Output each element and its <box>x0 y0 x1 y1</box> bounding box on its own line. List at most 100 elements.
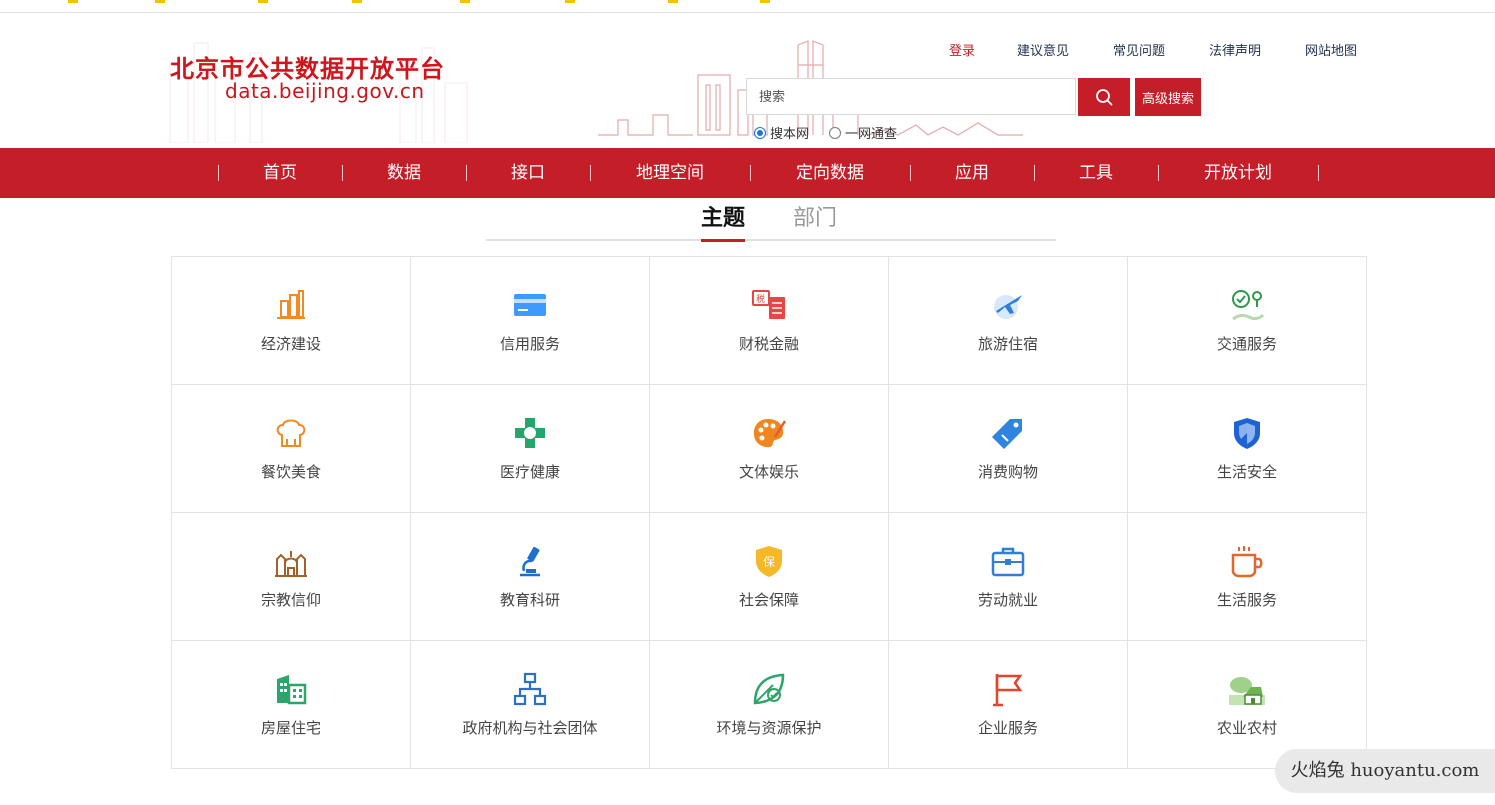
top-strip-dash <box>68 0 78 3</box>
tab-topics[interactable]: 主题 <box>701 200 746 242</box>
topic-travel[interactable]: 旅游住宿 <box>889 257 1128 385</box>
org-chart-icon <box>513 672 547 706</box>
topic-label: 房屋住宅 <box>260 719 321 737</box>
briefcase-icon <box>991 547 1025 577</box>
coffee-cup-icon <box>1231 546 1263 578</box>
feedback-link[interactable]: 建议意见 <box>1017 40 1069 59</box>
scope-all-label[interactable]: 一网通查 <box>845 123 897 142</box>
topic-culture[interactable]: 文体娱乐 <box>650 385 889 513</box>
nav-open-plan[interactable]: 开放计划 <box>1172 148 1304 198</box>
watermark: 火焰兔 huoyantu.com <box>1275 749 1495 793</box>
topic-tax-finance[interactable]: 税 财税金融 <box>650 257 889 385</box>
topic-education[interactable]: 教育科研 <box>411 513 650 641</box>
top-strip-dash <box>760 0 770 3</box>
topic-label: 交通服务 <box>1216 335 1277 353</box>
tab-departments[interactable]: 部门 <box>793 200 837 232</box>
search-box <box>746 78 1076 115</box>
topic-label: 财税金融 <box>738 335 799 353</box>
search-scope: 搜本网 一网通查 <box>754 123 917 142</box>
topic-transport[interactable]: 交通服务 <box>1128 257 1367 385</box>
insurance-shield-icon: 保 <box>756 546 782 577</box>
airplane-globe-icon <box>994 295 1022 319</box>
advanced-search-button[interactable]: 高级搜索 <box>1135 78 1201 116</box>
building-chart-icon <box>277 290 305 319</box>
legal-link[interactable]: 法律声明 <box>1209 40 1261 59</box>
credit-card-icon <box>514 294 546 316</box>
top-strip-dash <box>352 0 362 3</box>
nav-directed-data[interactable]: 定向数据 <box>764 148 896 198</box>
topic-label: 医疗健康 <box>499 463 560 481</box>
nav-separator <box>750 165 751 181</box>
topic-label: 环境与资源保护 <box>716 719 822 737</box>
topic-label: 餐饮美食 <box>260 463 321 481</box>
topic-shopping[interactable]: 消费购物 <box>889 385 1128 513</box>
nav-separator <box>218 165 219 181</box>
search-icon <box>1096 89 1113 106</box>
top-strip-dash <box>668 0 678 3</box>
topic-label: 生活安全 <box>1216 463 1277 481</box>
medical-cross-icon <box>515 418 545 448</box>
nav-separator <box>342 165 343 181</box>
nav-geospatial[interactable]: 地理空间 <box>604 148 736 198</box>
site-domain[interactable]: data.beijing.gov.cn <box>225 79 425 103</box>
top-strip-dash <box>460 0 470 3</box>
topic-economy[interactable]: 经济建设 <box>172 257 411 385</box>
scope-site-radio[interactable] <box>754 126 766 139</box>
search-button[interactable] <box>1078 78 1130 116</box>
svg-text:保: 保 <box>763 555 775 569</box>
temple-icon <box>275 551 307 577</box>
residential-building-icon <box>277 675 307 705</box>
nav-separator <box>1318 165 1319 181</box>
top-strip-dash <box>258 0 268 3</box>
svg-text:税: 税 <box>756 293 765 305</box>
category-tabs: 主题 部门 <box>486 198 1056 242</box>
shield-icon <box>1234 418 1260 449</box>
topic-label: 企业服务 <box>977 719 1038 737</box>
price-tag-icon <box>992 419 1022 449</box>
topic-religion[interactable]: 宗教信仰 <box>172 513 411 641</box>
nav-data[interactable]: 数据 <box>356 148 452 198</box>
login-link[interactable]: 登录 <box>949 40 975 59</box>
topic-label: 宗教信仰 <box>260 591 321 609</box>
topic-dining[interactable]: 餐饮美食 <box>172 385 411 513</box>
faq-link[interactable]: 常见问题 <box>1113 40 1165 59</box>
topic-housing[interactable]: 房屋住宅 <box>172 641 411 769</box>
microscope-icon <box>520 546 540 577</box>
topic-government[interactable]: 政府机构与社会团体 <box>411 641 650 769</box>
topic-label: 劳动就业 <box>977 591 1038 609</box>
nav-separator <box>1158 165 1159 181</box>
topic-label: 旅游住宿 <box>977 335 1038 353</box>
topic-label: 文体娱乐 <box>738 463 799 481</box>
chef-hat-icon <box>276 419 306 447</box>
site-header: 北京市公共数据开放平台 data.beijing.gov.cn 登录 建议意见 … <box>0 13 1495 148</box>
palette-icon <box>753 419 787 448</box>
topic-label: 政府机构与社会团体 <box>462 719 598 737</box>
topic-grid: 经济建设 信用服务 税 财税金融 旅游住宿 交通服务 餐饮美食 医疗健康 文体娱… <box>171 256 1367 769</box>
topic-safety[interactable]: 生活安全 <box>1128 385 1367 513</box>
nav-tools[interactable]: 工具 <box>1048 148 1144 198</box>
sitemap-link[interactable]: 网站地图 <box>1305 40 1357 59</box>
nav-apps[interactable]: 应用 <box>924 148 1020 198</box>
scope-site-label[interactable]: 搜本网 <box>770 123 809 142</box>
nav-separator <box>910 165 911 181</box>
scope-all-radio[interactable] <box>829 126 842 139</box>
topic-social-security[interactable]: 保 社会保障 <box>650 513 889 641</box>
top-strip-dash <box>155 0 165 3</box>
tax-document-icon: 税 <box>752 290 785 319</box>
nav-api[interactable]: 接口 <box>480 148 576 198</box>
search-input[interactable] <box>747 79 1071 114</box>
topic-label: 社会保障 <box>738 591 799 609</box>
topic-health[interactable]: 医疗健康 <box>411 385 650 513</box>
nav-home[interactable]: 首页 <box>232 148 328 198</box>
topic-label: 农业农村 <box>1216 719 1277 737</box>
nav-separator <box>1034 165 1035 181</box>
topic-life-services[interactable]: 生活服务 <box>1128 513 1367 641</box>
topic-employment[interactable]: 劳动就业 <box>889 513 1128 641</box>
nav-separator <box>590 165 591 181</box>
topic-enterprise[interactable]: 企业服务 <box>889 641 1128 769</box>
top-strip-dash <box>565 0 575 3</box>
topic-credit[interactable]: 信用服务 <box>411 257 650 385</box>
topic-environment[interactable]: 环境与资源保护 <box>650 641 889 769</box>
topic-label: 生活服务 <box>1216 591 1277 609</box>
nav-separator <box>466 165 467 181</box>
